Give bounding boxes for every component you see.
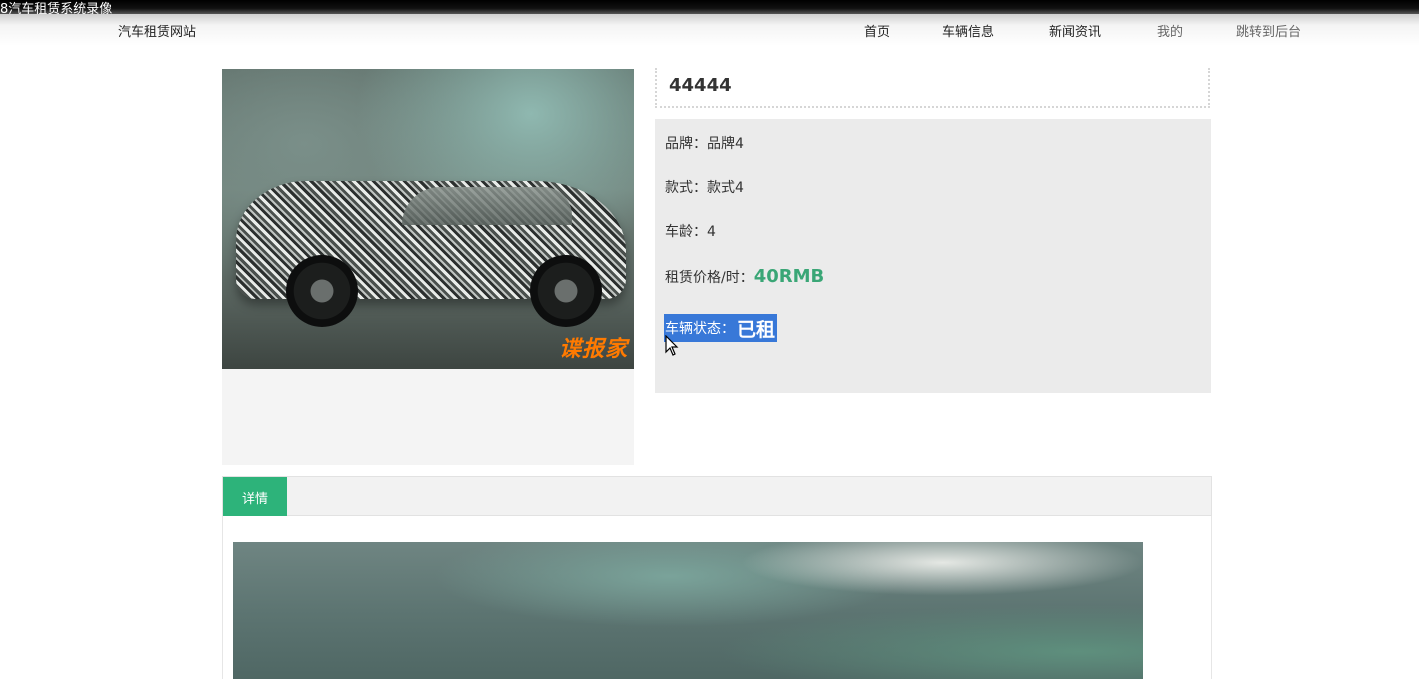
price-row: 租赁价格/时：40RMB bbox=[665, 266, 824, 287]
detail-photo bbox=[233, 542, 1143, 679]
status-value: 已租 bbox=[737, 318, 776, 341]
site-name[interactable]: 汽车租赁网站 bbox=[118, 21, 196, 40]
status-row: 车辆状态： 已租 bbox=[664, 314, 778, 342]
brand-label: 品牌： bbox=[665, 136, 707, 152]
nav-admin[interactable]: 跳转到后台 bbox=[1236, 21, 1301, 40]
price-label: 租赁价格/时： bbox=[665, 270, 754, 286]
style-label: 款式： bbox=[665, 180, 707, 196]
tab-details[interactable]: 详情 bbox=[223, 477, 287, 517]
car-photo: 谍报家 bbox=[222, 69, 634, 369]
detail-tab-bar: 详情 bbox=[222, 476, 1212, 517]
car-window-shape bbox=[402, 187, 572, 225]
age-value: 4 bbox=[707, 224, 716, 240]
car-info-panel: 品牌：品牌4 款式：款式4 车龄：4 租赁价格/时：40RMB 车辆状态： 已租 bbox=[655, 119, 1211, 393]
age-row: 车龄：4 bbox=[665, 221, 716, 241]
nav-vehicle-info[interactable]: 车辆信息 bbox=[942, 21, 994, 40]
nav-mine[interactable]: 我的 bbox=[1157, 21, 1183, 40]
nav-news[interactable]: 新闻资讯 bbox=[1049, 21, 1101, 40]
age-label: 车龄： bbox=[665, 224, 707, 240]
brand-row: 品牌：品牌4 bbox=[665, 133, 744, 153]
car-title-box: 44444 bbox=[655, 68, 1210, 108]
price-value: 40RMB bbox=[753, 266, 825, 287]
recording-title-bar: 8汽车租赁系统录像 bbox=[0, 0, 1419, 17]
style-value: 款式4 bbox=[707, 180, 744, 196]
top-nav: 汽车租赁网站 首页 车辆信息 新闻资讯 我的 跳转到后台 bbox=[0, 14, 1419, 46]
rear-wheel-shape bbox=[530, 255, 602, 327]
car-title: 44444 bbox=[669, 75, 732, 96]
style-row: 款式：款式4 bbox=[665, 177, 744, 197]
arrow-cursor-icon bbox=[665, 335, 679, 356]
nav-home[interactable]: 首页 bbox=[864, 21, 890, 40]
brand-value: 品牌4 bbox=[707, 136, 744, 152]
photo-footer bbox=[222, 369, 634, 465]
photo-watermark: 谍报家 bbox=[558, 337, 628, 362]
front-wheel-shape bbox=[286, 255, 358, 327]
